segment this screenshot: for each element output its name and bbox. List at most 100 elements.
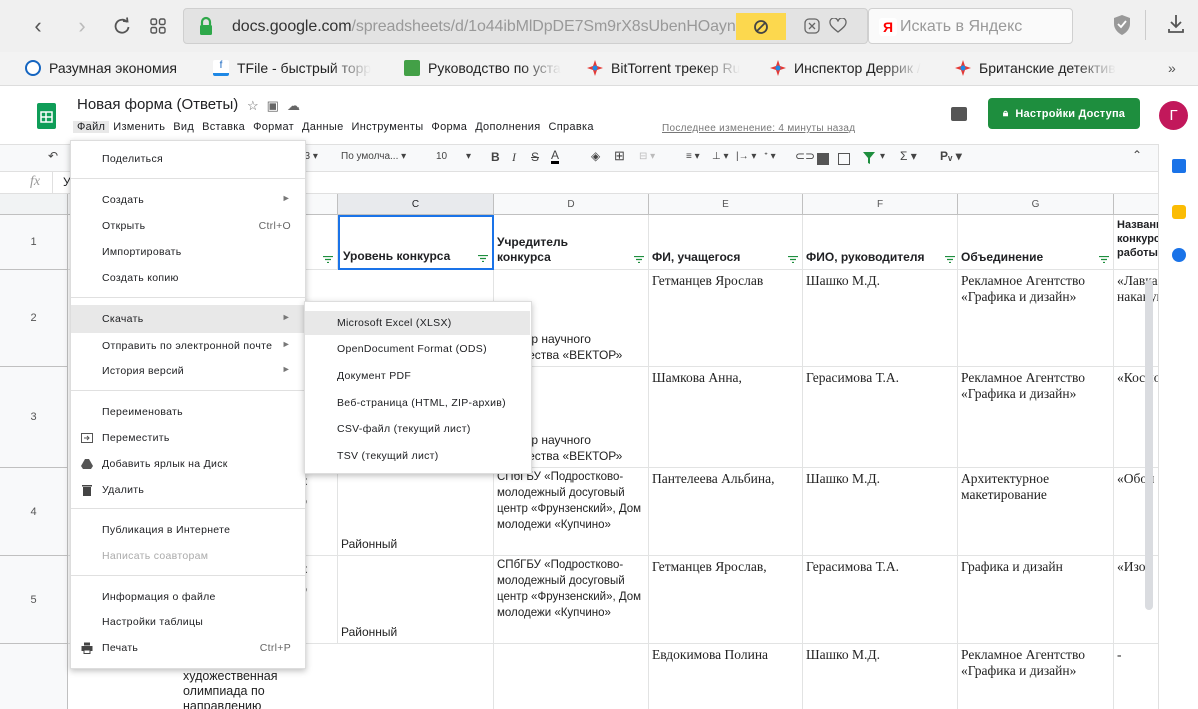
cell-f3[interactable]: Герасимова Т.А. xyxy=(803,367,958,468)
row-header-2[interactable]: 2 xyxy=(0,270,68,367)
forward-arrow-icon[interactable]: › xyxy=(70,13,94,38)
star-icon[interactable]: ☆ xyxy=(247,98,267,113)
header-cell-e[interactable]: ФИ, учащегося xyxy=(649,215,803,270)
row-header-1[interactable]: 1 xyxy=(0,215,68,270)
menu-item-version-history[interactable]: История версий ► xyxy=(71,360,305,382)
cell-f4[interactable]: Шашко М.Д. xyxy=(803,468,958,556)
font-select[interactable]: По умолча... ▾ xyxy=(341,151,406,162)
download-tsv[interactable]: TSV (текущий лист) xyxy=(305,445,531,467)
italic-icon[interactable]: I xyxy=(512,150,516,165)
tabs-grid-icon[interactable] xyxy=(146,14,170,38)
bookmark-item[interactable]: Британские детектив xyxy=(955,60,1116,76)
last-edit-link[interactable]: Последнее изменение: 4 минуты назад xyxy=(662,123,855,134)
menu-help[interactable]: Справка xyxy=(545,121,598,133)
download-xlsx[interactable]: Microsoft Excel (XLSX) xyxy=(305,311,530,335)
functions-icon[interactable]: Σ ▾ xyxy=(900,149,917,163)
h-align-icon[interactable]: ≡ ▾ xyxy=(686,151,700,162)
row-header-5[interactable]: 5 xyxy=(0,556,68,644)
menu-edit[interactable]: Изменить xyxy=(109,121,169,133)
address-bar[interactable]: docs.google.com/spreadsheets/d/1o44ibMlD… xyxy=(183,8,868,44)
menu-item-open[interactable]: Открыть Ctrl+O xyxy=(71,215,305,237)
filter-lines-icon[interactable] xyxy=(945,256,955,263)
bookmark-item[interactable]: Инспектор Деррик / xyxy=(770,60,921,76)
select-all-corner[interactable] xyxy=(0,194,68,215)
input-tools-icon[interactable]: Pᵥ ▾ xyxy=(940,149,962,163)
bookmark-item[interactable]: BitTorrent трекер Ru xyxy=(587,60,740,76)
menu-insert[interactable]: Вставка xyxy=(198,121,249,133)
keep-icon[interactable] xyxy=(1172,205,1186,219)
bookmarks-more-button[interactable]: » xyxy=(1168,60,1176,76)
menu-data[interactable]: Данные xyxy=(298,121,348,133)
column-header-d[interactable]: D xyxy=(494,194,649,215)
header-cell-d[interactable]: Учредитель конкурса xyxy=(494,215,649,270)
cell-e2[interactable]: Гетманцев Ярослав xyxy=(649,270,803,367)
download-html[interactable]: Веб-страница (HTML, ZIP-архив) xyxy=(305,392,531,414)
undo-icon[interactable]: ↶ xyxy=(48,149,58,163)
comments-icon[interactable] xyxy=(951,107,967,121)
header-cell-g[interactable]: Объединение xyxy=(958,215,1114,270)
link-icon[interactable]: ⊂⊃ xyxy=(795,149,815,163)
filter-lines-icon[interactable] xyxy=(1099,256,1109,263)
menu-item-settings[interactable]: Настройки таблицы xyxy=(71,611,305,633)
menu-item-print[interactable]: Печать Ctrl+P xyxy=(71,637,305,659)
menu-item-publish[interactable]: Публикация в Интернете xyxy=(71,519,305,541)
avatar[interactable]: Г xyxy=(1159,101,1188,130)
filter-lines-icon[interactable] xyxy=(478,255,488,262)
fill-color-icon[interactable]: ◈ xyxy=(591,149,600,163)
cell-g6[interactable]: Рекламное Агентство «Графика и дизайн» xyxy=(958,644,1114,709)
font-size-chevron-icon[interactable]: ▾ xyxy=(466,151,471,162)
column-header-f[interactable]: F xyxy=(803,194,958,215)
download-csv[interactable]: CSV-файл (текущий лист) xyxy=(305,418,531,440)
protect-shield-icon[interactable] xyxy=(1113,14,1131,36)
cell-e3[interactable]: Шамкова Анна, xyxy=(649,367,803,468)
menu-item-email[interactable]: Отправить по электронной почте ► xyxy=(71,335,305,357)
chart-insert-icon[interactable] xyxy=(838,153,850,165)
favorite-heart-icon[interactable] xyxy=(829,18,847,34)
v-align-icon[interactable]: ⊥ ▾ xyxy=(712,151,729,162)
cell-e6[interactable]: Евдокимова Полина xyxy=(649,644,803,709)
cloud-status-icon[interactable]: ☁ xyxy=(287,98,308,113)
filter-icon[interactable] xyxy=(863,152,875,164)
bookmark-item[interactable]: f TFile - быстрый торр xyxy=(213,60,371,76)
menu-item-file-info[interactable]: Информация о файле xyxy=(71,586,305,608)
cell-f6[interactable]: Шашко М.Д. xyxy=(803,644,958,709)
move-folder-icon[interactable]: ▣ xyxy=(267,98,287,113)
cell-g3[interactable]: Рекламное Агентство «Графика и дизайн» xyxy=(958,367,1114,468)
menu-file[interactable]: Файл xyxy=(73,121,110,133)
menu-item-share[interactable]: Поделиться xyxy=(71,148,305,170)
cell-d5[interactable]: СПбГБУ «Подростково-молодежный досуговый… xyxy=(494,556,649,644)
menu-item-import[interactable]: Импортировать xyxy=(71,241,305,263)
menu-form[interactable]: Форма xyxy=(427,121,471,133)
cell-d6[interactable] xyxy=(494,644,649,709)
comment-insert-icon[interactable] xyxy=(817,153,829,165)
cell-e4[interactable]: Пантелеева Альбина, xyxy=(649,468,803,556)
menu-item-copy[interactable]: Создать копию xyxy=(71,267,305,289)
bold-icon[interactable]: B xyxy=(491,150,500,164)
download-icon[interactable] xyxy=(1167,14,1185,34)
column-header-e[interactable]: E xyxy=(649,194,803,215)
cell-g2[interactable]: Рекламное Агентство «Графика и дизайн» xyxy=(958,270,1114,367)
merge-cells-icon[interactable]: ⊟ ▾ xyxy=(639,151,655,162)
menu-item-delete[interactable]: Удалить xyxy=(71,479,305,501)
vertical-scrollbar[interactable] xyxy=(1145,280,1153,610)
header-cell-h[interactable]: Название конкурсной работы xyxy=(1114,215,1158,270)
wrap-icon[interactable]: |→ ▾ xyxy=(736,151,756,162)
menu-item-drive-shortcut[interactable]: Добавить ярлык на Диск xyxy=(71,453,305,475)
tasks-icon[interactable] xyxy=(1172,248,1186,262)
rotate-icon[interactable]: ᐩ ▾ xyxy=(764,151,776,162)
filter-lines-icon[interactable] xyxy=(788,256,798,263)
yandex-search-box[interactable]: Я Искать в Яндекс xyxy=(868,8,1073,44)
text-color-icon[interactable]: A xyxy=(551,149,560,164)
header-cell-c[interactable]: Уровень конкурса xyxy=(338,215,494,270)
share-button[interactable]: 🔒︎ Настройки Доступа xyxy=(988,98,1140,129)
font-size-select[interactable]: 10 xyxy=(436,151,447,162)
menu-item-move[interactable]: Переместить xyxy=(71,427,305,449)
bookmark-item[interactable]: Руководство по уста xyxy=(404,60,561,76)
download-pdf[interactable]: Документ PDF xyxy=(305,365,531,387)
cell-c5[interactable]: Районный xyxy=(338,556,494,644)
menu-tools[interactable]: Инструменты xyxy=(348,121,428,133)
back-arrow-icon[interactable]: ‹ xyxy=(26,13,50,38)
close-tab-x-icon[interactable] xyxy=(804,18,820,34)
cell-f5[interactable]: Герасимова Т.А. xyxy=(803,556,958,644)
filter-lines-icon[interactable] xyxy=(634,256,644,263)
